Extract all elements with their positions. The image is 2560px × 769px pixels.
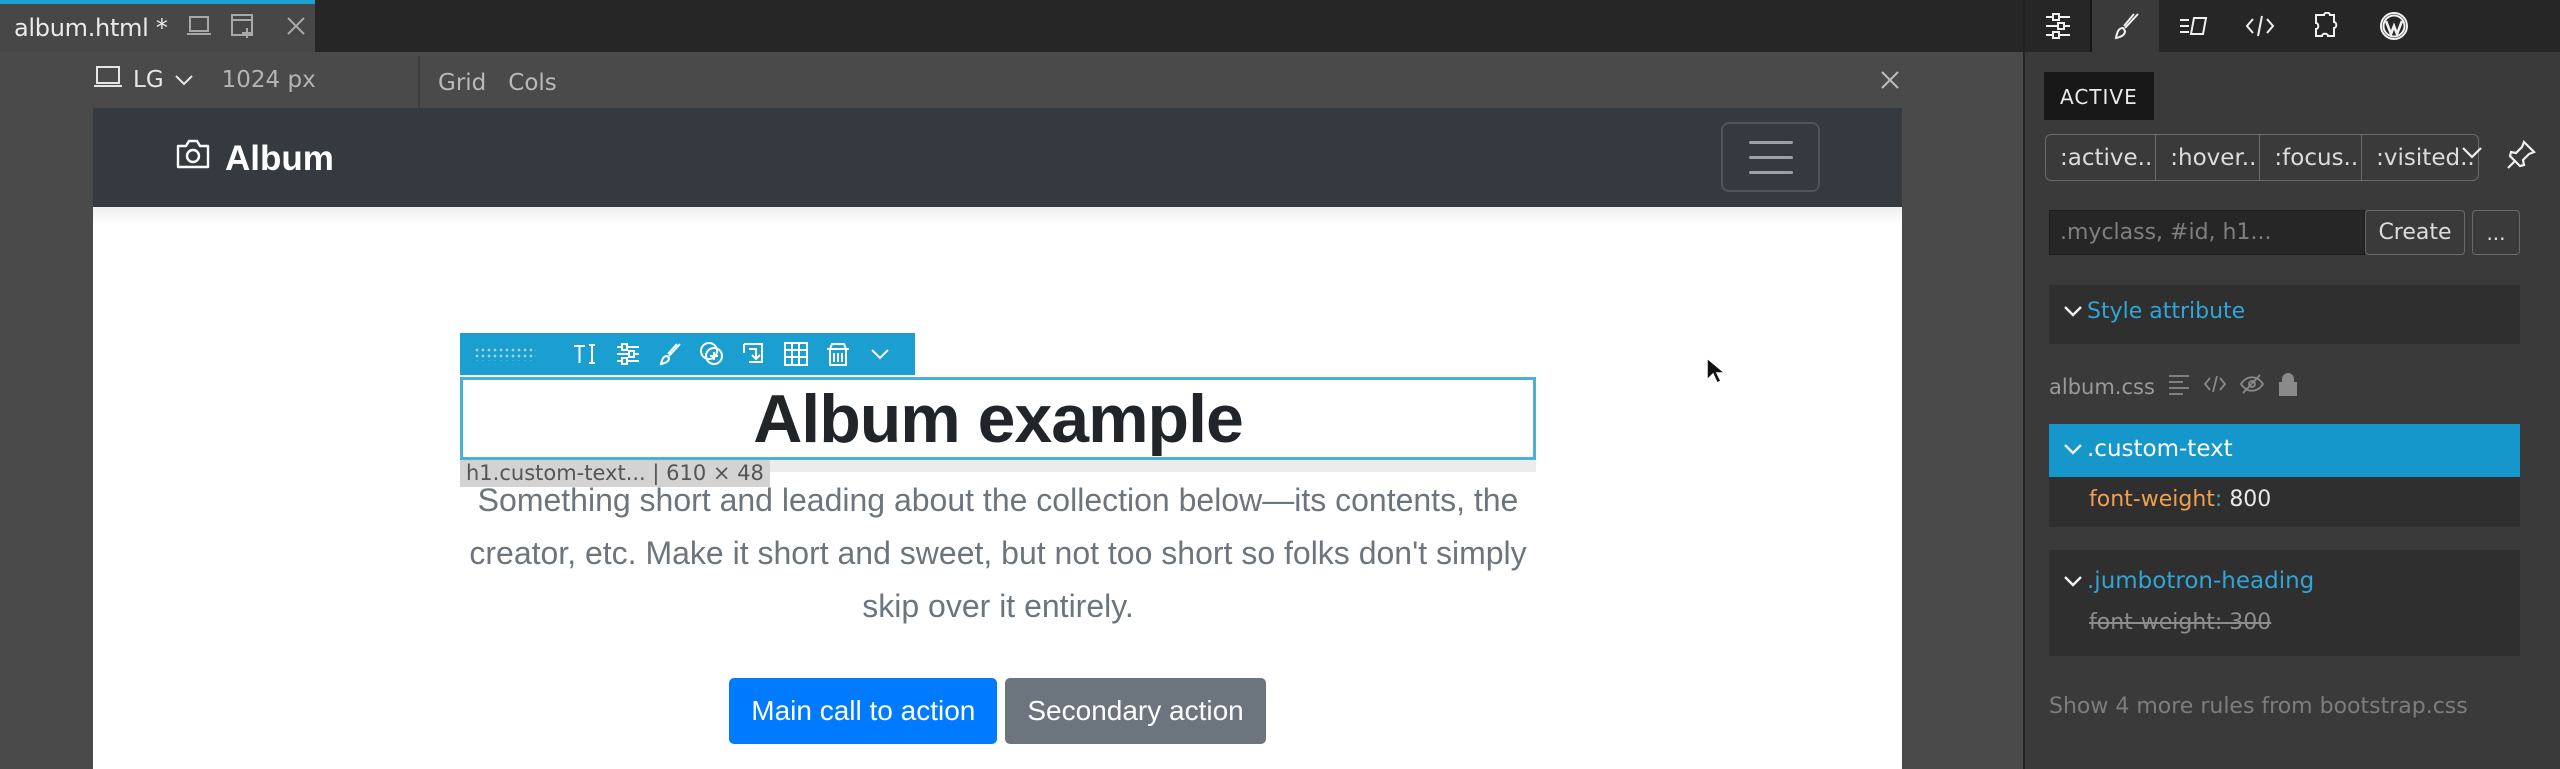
navbar-brand[interactable]: Album [175,138,334,179]
trash-icon[interactable] [822,338,854,370]
lead-paragraph[interactable]: Something short and leading about the co… [453,474,1543,633]
toolbar-divider [418,56,420,108]
camera-icon [175,138,211,179]
hamburger-line [1748,170,1793,174]
state-focus-button[interactable]: :focus.. [2260,135,2363,180]
brand-label: Album [225,138,334,178]
plugin-icon[interactable] [2293,0,2360,52]
panel-tool-icons [2025,0,2427,52]
css-declaration[interactable]: font-weight: 800 [2089,487,2271,512]
settings-sliders-icon[interactable] [612,338,644,370]
wordpress-icon[interactable] [2360,0,2427,52]
page-canvas[interactable]: Album Album example h1.custom-text... | … [93,108,1902,769]
chevron-down-icon[interactable] [2063,436,2083,462]
text-style-icon[interactable] [2159,0,2226,52]
rule-custom-text-header[interactable]: .custom-text [2049,424,2520,477]
new-window-icon[interactable] [230,13,256,43]
css-property: font-weight [2089,610,2215,635]
hamburger-line [1748,140,1793,144]
selection-outline [460,377,1536,460]
main-cta-button[interactable]: Main call to action [729,678,998,744]
grid-toggle[interactable]: Grid [438,70,486,96]
tab-title: album.html * [14,14,168,42]
chevron-down-icon[interactable] [174,67,194,93]
tab-active-rules[interactable]: ACTIVE [2044,72,2154,120]
css-value[interactable]: 800 [2229,487,2271,512]
selector-input[interactable]: .myclass, #id, h1... [2049,210,2365,255]
rule-custom-text-body: font-weight: 800 [2049,477,2520,527]
css-value: 300 [2229,610,2272,635]
mouse-cursor-icon [1705,356,1728,390]
navbar-shadow [93,207,1902,225]
stylesheet-name[interactable]: album.css [2049,375,2155,399]
chevron-down-icon[interactable] [2063,299,2083,324]
state-active-button[interactable]: :active.. [2046,135,2157,180]
css-property: font-weight [2089,487,2215,512]
text-edit-icon[interactable] [570,338,602,370]
state-hover-button[interactable]: :hover.. [2156,135,2261,180]
style-attribute-section[interactable]: Style attribute [2049,285,2520,344]
tab-album-html[interactable]: album.html * [0,0,315,52]
align-left-icon[interactable] [2167,372,2191,401]
canvas-width-label: 1024 px [221,67,316,93]
drag-grip-icon[interactable] [474,347,536,361]
code-icon[interactable] [2226,0,2293,52]
show-more-rules-link[interactable]: Show 4 more rules from bootstrap.css [2049,694,2468,719]
navbar: Album [93,108,1902,207]
grid-controls: Grid Cols [438,70,557,96]
add-circle-icon[interactable] [696,338,728,370]
chevron-down-icon[interactable] [864,338,896,370]
navbar-toggler[interactable] [1721,122,1820,192]
pseudo-state-buttons: :active.. :hover.. :focus.. :visited.. [2045,134,2479,181]
chevron-down-icon[interactable] [2063,568,2083,594]
cols-toggle[interactable]: Cols [508,70,557,96]
close-tab-icon[interactable] [286,16,306,40]
rule-selector[interactable]: .jumbotron-heading [2087,568,2314,594]
stylesheet-row: album.css [2049,372,2299,401]
code-icon[interactable] [2203,374,2227,399]
settings-sliders-icon[interactable] [2025,0,2092,52]
device-size-label: LG [133,67,164,93]
create-rule-button[interactable]: Create [2365,210,2465,255]
brush-icon[interactable] [654,338,686,370]
insert-icon[interactable] [738,338,770,370]
secondary-action-button[interactable]: Secondary action [1005,678,1266,744]
chevron-down-icon[interactable] [2460,145,2484,165]
cta-buttons: Main call to action Secondary action [93,678,1902,744]
css-colon: : [2214,487,2223,512]
hamburger-line [1748,155,1793,159]
css-declaration-overridden[interactable]: font-weight: 300 [2089,610,2271,635]
style-attribute-label: Style attribute [2087,299,2246,324]
lock-icon[interactable] [2277,372,2299,401]
rule-jumbotron-heading: .jumbotron-heading font-weight: 300 [2049,550,2520,656]
hide-eye-icon[interactable] [2239,373,2265,400]
rule-selector: .custom-text [2087,436,2233,462]
brush-icon[interactable] [2092,0,2159,52]
pin-icon[interactable] [2506,140,2536,174]
device-selector[interactable]: LG 1024 px [93,66,316,94]
close-canvas-icon[interactable] [1880,70,1900,94]
element-toolbar [460,333,915,375]
laptop-preview-icon[interactable] [186,15,212,41]
laptop-icon [93,65,123,95]
more-options-button[interactable]: ... [2472,210,2520,255]
css-colon: : [2214,610,2230,635]
table-icon[interactable] [780,338,812,370]
